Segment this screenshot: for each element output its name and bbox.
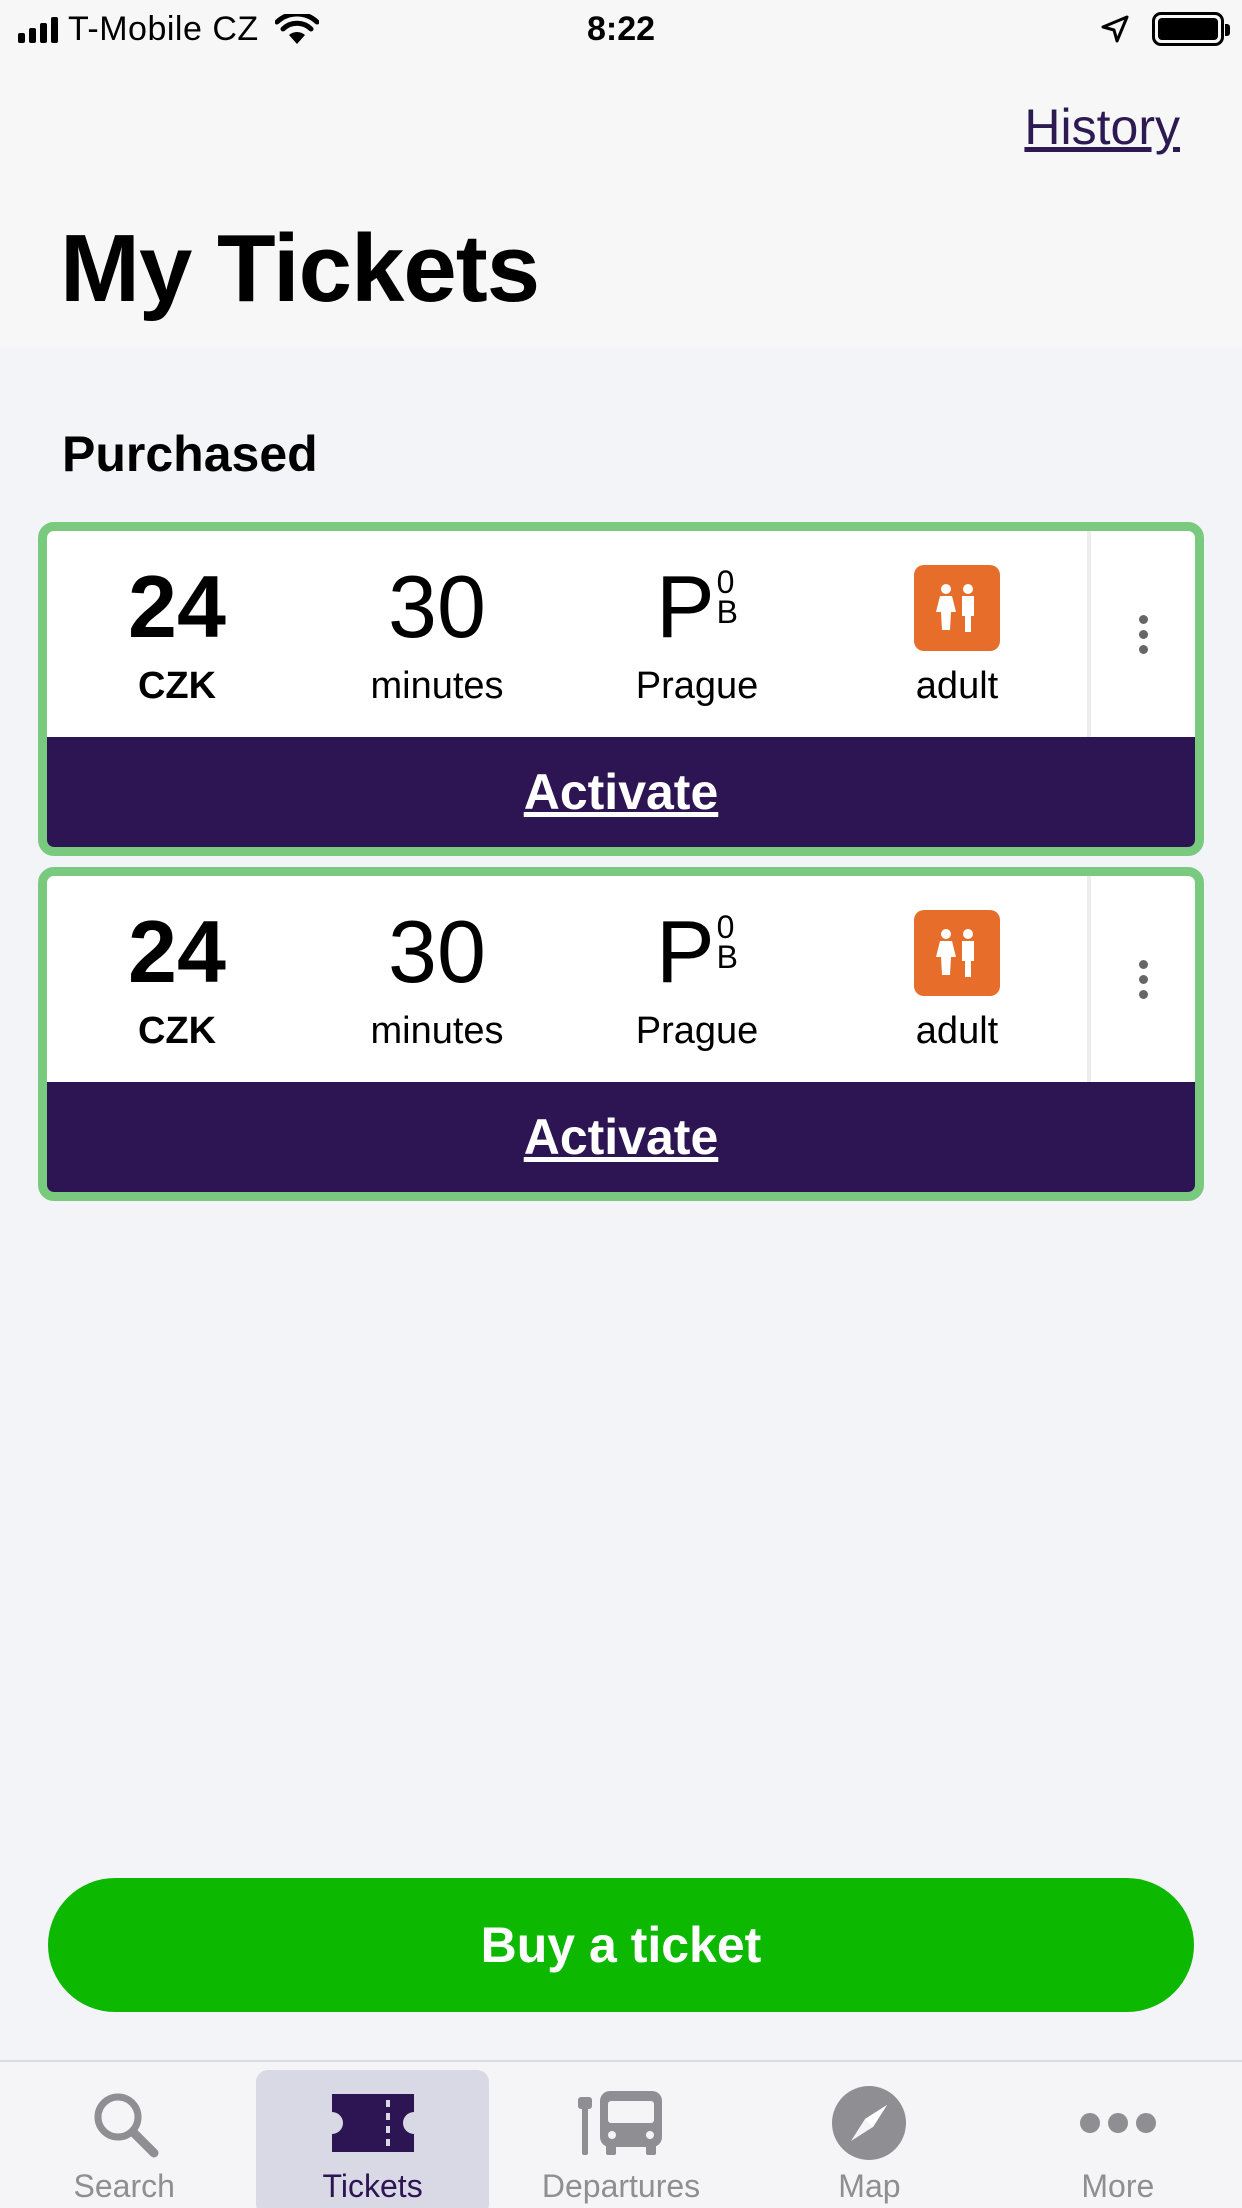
zone-superscript: 0 <box>716 909 735 945</box>
ticket-price: 24 <box>128 557 226 656</box>
ticket-card: 24 CZK 30 minutes P 0 B Prague adult Act… <box>38 522 1204 856</box>
tab-label: More <box>1081 2168 1155 2204</box>
ticket-duration: 30 <box>388 557 486 656</box>
zone-name: Prague <box>635 1010 759 1052</box>
bus-stop-icon <box>578 2091 663 2155</box>
activate-button[interactable]: Activate <box>47 737 1195 847</box>
ticket-menu-button[interactable] <box>1087 531 1195 737</box>
duration-column: 30 minutes <box>307 876 567 1082</box>
more-vertical-icon <box>1138 614 1148 624</box>
passenger-type: adult <box>915 665 999 707</box>
activate-button[interactable]: Activate <box>47 1082 1195 1192</box>
header: History My Tickets <box>0 64 1242 348</box>
zone-code: P 0 B <box>656 563 738 663</box>
history-link[interactable]: History <box>1024 98 1180 156</box>
price-column: 24 CZK <box>47 531 307 737</box>
tab-bar: Search Tickets Departures Map More <box>0 2060 1242 2208</box>
ticket-currency: CZK <box>137 665 217 707</box>
passenger-type: adult <box>915 1010 999 1052</box>
battery-icon <box>1152 12 1230 46</box>
zone-subscript: B <box>716 594 739 631</box>
price-column: 24 CZK <box>47 876 307 1082</box>
location-arrow-icon <box>1101 15 1129 43</box>
duration-column: 30 minutes <box>307 531 567 737</box>
buy-ticket-button[interactable]: Buy a ticket <box>48 1878 1194 2012</box>
zone-name: Prague <box>635 665 759 707</box>
zone-letter: P <box>655 557 715 656</box>
more-icon <box>1079 2113 1156 2133</box>
zone-letter: P <box>655 902 715 1001</box>
status-bar: T-Mobile CZ 8:22 <box>0 0 1242 64</box>
tab-label: Departures <box>541 2168 701 2204</box>
ticket-currency: CZK <box>137 1010 217 1052</box>
tab-departures[interactable]: Departures <box>497 2062 745 2208</box>
section-title-purchased: Purchased <box>62 426 318 482</box>
tab-map[interactable]: Map <box>745 2062 993 2208</box>
ticket-card: 24 CZK 30 minutes P 0 B Prague adult Act… <box>38 867 1204 1201</box>
more-vertical-icon <box>1138 959 1148 969</box>
tab-label: Tickets <box>322 2168 423 2204</box>
zone-superscript: 0 <box>716 564 735 600</box>
ticket-menu-button[interactable] <box>1087 876 1195 1082</box>
tab-search[interactable]: Search <box>0 2062 248 2208</box>
ticket-duration: 30 <box>388 902 486 1001</box>
ticket-duration-unit: minutes <box>370 665 504 707</box>
ticket-info[interactable]: 24 CZK 30 minutes P 0 B Prague adult <box>47 531 1087 737</box>
adult-passenger-icon <box>914 565 1000 651</box>
status-right <box>1100 12 1230 46</box>
passenger-column: adult <box>827 876 1087 1082</box>
clock: 8:22 <box>586 10 656 48</box>
zone-subscript: B <box>716 939 739 976</box>
ticket-info[interactable]: 24 CZK 30 minutes P 0 B Prague adult <box>47 876 1087 1082</box>
page-title: My Tickets <box>60 215 540 322</box>
adult-passenger-icon <box>914 910 1000 996</box>
ticket-duration-unit: minutes <box>370 1010 504 1052</box>
tab-tickets[interactable]: Tickets <box>248 2062 496 2208</box>
ticket-icon <box>331 2094 414 2152</box>
tab-more[interactable]: More <box>994 2062 1242 2208</box>
passenger-column: adult <box>827 531 1087 737</box>
activate-label: Activate <box>523 764 719 820</box>
zone-column: P 0 B Prague <box>567 531 827 737</box>
search-icon <box>94 2093 159 2158</box>
zone-code: P 0 B <box>656 908 738 1008</box>
compass-icon <box>832 2086 907 2160</box>
tab-label: Map <box>838 2168 901 2204</box>
tab-label: Search <box>73 2168 175 2204</box>
zone-column: P 0 B Prague <box>567 876 827 1082</box>
activate-label: Activate <box>523 1109 719 1165</box>
ticket-price: 24 <box>128 902 226 1001</box>
